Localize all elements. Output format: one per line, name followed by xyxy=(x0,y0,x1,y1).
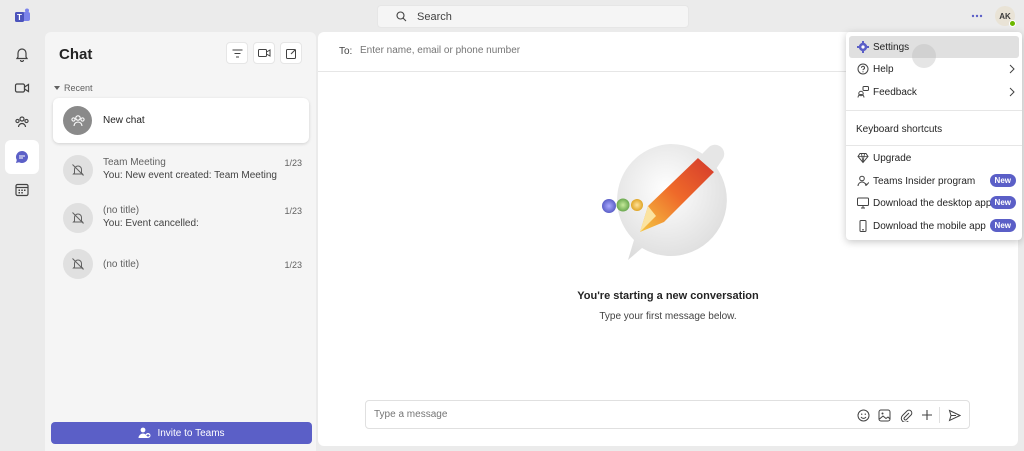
desktop-app-label: Download the desktop app xyxy=(873,197,992,209)
settings-dropdown-menu: Settings Help Feedback Keyboard shortcut… xyxy=(846,32,1022,240)
chat-list-panel: Chat Recent New chat Team Meeting You: N… xyxy=(45,32,316,451)
recent-section-toggle[interactable]: Recent xyxy=(54,83,93,93)
desktop-monitor-icon xyxy=(856,197,869,210)
invite-to-teams-button[interactable]: Invite to Teams xyxy=(51,422,312,444)
new-badge: New xyxy=(989,219,1016,232)
chat-item-name: Team Meeting xyxy=(103,157,166,168)
recipient-input[interactable] xyxy=(360,45,660,56)
mobile-phone-icon xyxy=(856,220,869,233)
group-people-icon xyxy=(63,106,92,135)
invite-label: Invite to Teams xyxy=(157,427,225,439)
presence-available-icon xyxy=(1009,20,1016,27)
menu-item-keyboard-shortcuts[interactable]: Keyboard shortcuts xyxy=(849,118,1019,140)
sticker-image-icon[interactable] xyxy=(877,408,891,422)
diamond-icon xyxy=(856,152,869,165)
chat-list-item[interactable]: (no title) 1/23 xyxy=(53,242,309,287)
new-chat-compose-icon[interactable] xyxy=(280,42,302,64)
emoji-icon[interactable] xyxy=(856,408,870,422)
keyboard-shortcuts-label: Keyboard shortcuts xyxy=(856,123,943,135)
app-rail: T xyxy=(0,0,45,451)
send-icon[interactable] xyxy=(947,408,961,422)
chat-nav-icon[interactable] xyxy=(5,140,39,174)
search-icon xyxy=(396,11,407,22)
empty-state-title: You're starting a new conversation xyxy=(577,290,759,302)
feedback-icon xyxy=(856,86,869,99)
insider-person-icon xyxy=(856,175,869,188)
add-person-icon xyxy=(138,427,151,439)
activity-bell-icon[interactable] xyxy=(5,37,39,71)
muted-bell-icon xyxy=(63,203,93,233)
recent-section-label: Recent xyxy=(64,83,93,93)
menu-item-insider-program[interactable]: Teams Insider program New xyxy=(849,170,1019,192)
user-avatar[interactable]: AK xyxy=(995,6,1016,27)
menu-item-feedback[interactable]: Feedback xyxy=(849,81,1019,103)
message-compose-box xyxy=(365,400,970,429)
chat-item-date: 1/23 xyxy=(284,260,302,270)
chat-panel-title: Chat xyxy=(59,46,93,63)
communities-people-icon[interactable] xyxy=(5,105,39,139)
chat-list-item[interactable]: (no title) You: Event cancelled: 1/23 xyxy=(53,196,309,241)
search-placeholder: Search xyxy=(417,10,452,23)
muted-bell-icon xyxy=(63,155,93,185)
filter-icon[interactable] xyxy=(226,42,248,64)
chat-item-preview: You: Event cancelled: xyxy=(103,218,199,229)
meet-video-icon[interactable] xyxy=(5,71,39,105)
compose-divider xyxy=(939,407,940,423)
settings-label: Settings xyxy=(873,41,910,53)
chevron-right-icon xyxy=(1009,87,1015,97)
menu-item-upgrade[interactable]: Upgrade xyxy=(849,147,1019,169)
chevron-right-icon xyxy=(1009,64,1015,74)
search-bar[interactable]: Search xyxy=(377,5,689,28)
insider-label: Teams Insider program xyxy=(873,175,976,187)
attach-paperclip-icon[interactable] xyxy=(899,408,913,422)
help-label: Help xyxy=(873,63,894,75)
calendar-icon[interactable] xyxy=(5,173,39,207)
chat-item-date: 1/23 xyxy=(284,206,302,216)
empty-state-subtitle: Type your first message below. xyxy=(599,311,737,322)
help-question-icon xyxy=(856,63,869,76)
plus-icon[interactable] xyxy=(920,408,934,422)
to-label: To: xyxy=(339,46,353,57)
new-badge: New xyxy=(989,174,1016,187)
menu-divider xyxy=(846,145,1022,146)
new-badge: New xyxy=(989,196,1016,209)
new-chat-item[interactable]: New chat xyxy=(53,98,309,143)
feedback-label: Feedback xyxy=(873,86,917,98)
chat-list-item[interactable]: Team Meeting You: New event created: Tea… xyxy=(53,148,309,193)
menu-item-desktop-app[interactable]: Download the desktop app New xyxy=(849,192,1019,214)
more-options-icon[interactable] xyxy=(966,6,988,26)
message-input[interactable] xyxy=(374,409,774,420)
svg-text:T: T xyxy=(17,13,22,22)
teams-logo-icon: T xyxy=(14,8,31,25)
caret-down-icon xyxy=(54,86,60,90)
new-conversation-illustration xyxy=(600,132,740,272)
mouse-cursor-indicator xyxy=(912,44,936,68)
chat-item-name: (no title) xyxy=(103,259,140,270)
muted-bell-icon xyxy=(63,249,93,279)
user-initials: AK xyxy=(999,11,1011,21)
chat-item-preview: You: New event created: Team Meeting xyxy=(103,170,277,181)
settings-gear-icon xyxy=(856,41,869,54)
menu-item-mobile-app[interactable]: Download the mobile app New xyxy=(849,215,1019,237)
menu-divider xyxy=(846,110,1022,111)
new-chat-label: New chat xyxy=(103,115,145,126)
chat-item-date: 1/23 xyxy=(284,158,302,168)
mobile-app-label: Download the mobile app xyxy=(873,220,986,232)
upgrade-label: Upgrade xyxy=(873,152,912,164)
chat-item-name: (no title) xyxy=(103,205,140,216)
meet-now-video-icon[interactable] xyxy=(253,42,275,64)
